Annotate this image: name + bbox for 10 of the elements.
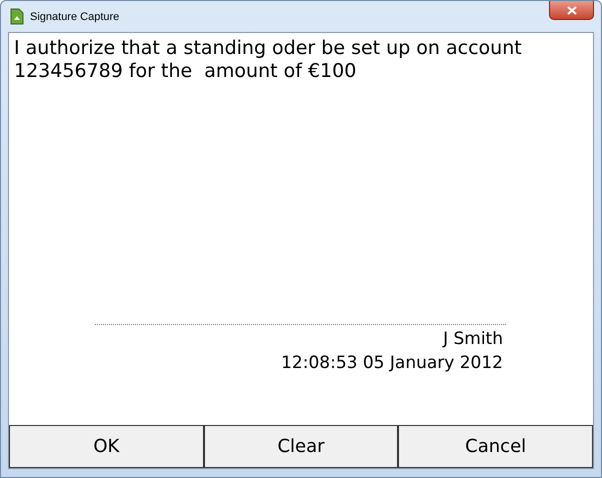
signer-name: J Smith (443, 328, 504, 351)
close-icon (566, 6, 576, 14)
dialog-button[interactable]: OK (9, 425, 204, 468)
window-title: Signature Capture (30, 10, 120, 22)
dialog-button[interactable]: Cancel (398, 425, 593, 468)
signature-timestamp: 12:08:53 05 January 2012 (281, 352, 504, 375)
dialog-button[interactable]: Clear (204, 425, 398, 468)
close-button[interactable] (549, 1, 594, 20)
document-icon (10, 8, 24, 25)
authorization-text: I authorize that a standing oder be set up on account 123456789 for the amount of €100 (14, 37, 523, 83)
